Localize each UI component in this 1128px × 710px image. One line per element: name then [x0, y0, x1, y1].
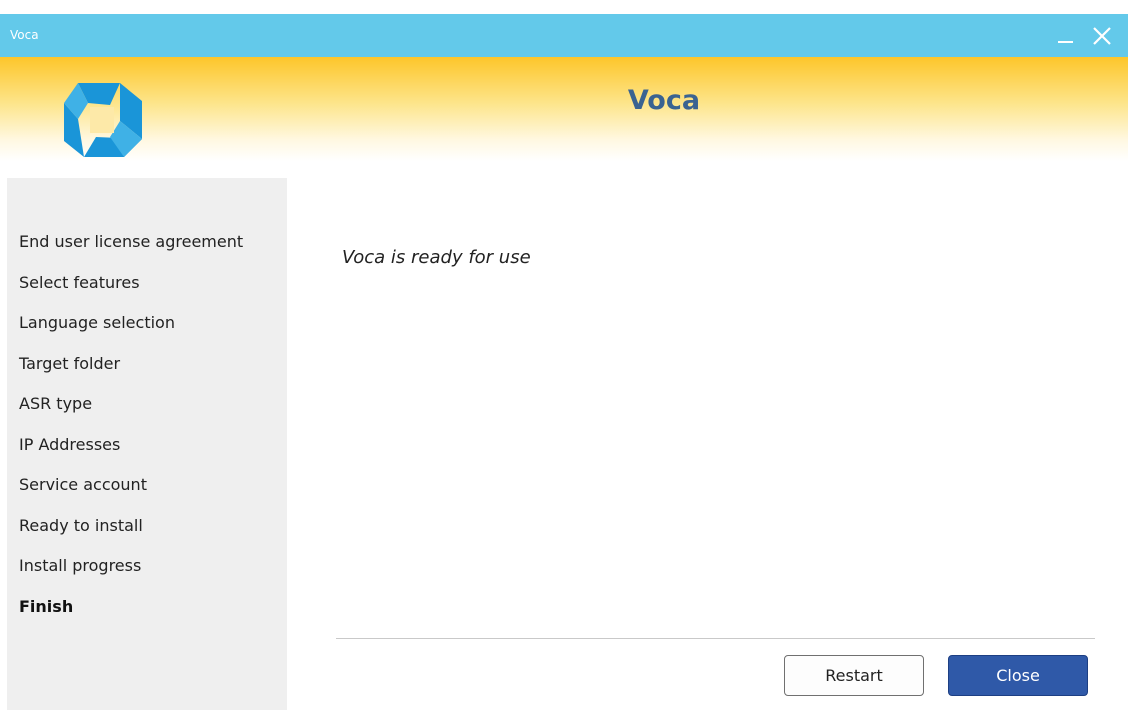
- header-title: Voca: [627, 85, 701, 116]
- minimize-icon: [1058, 40, 1073, 43]
- sidebar-item-asr-type[interactable]: ASR type: [19, 393, 243, 434]
- sidebar-item-select-features[interactable]: Select features: [19, 272, 243, 313]
- sidebar-item-install-progress[interactable]: Install progress: [19, 555, 243, 596]
- close-window-button[interactable]: [1082, 14, 1122, 57]
- sidebar-item-ip-addresses[interactable]: IP Addresses: [19, 434, 243, 475]
- installer-window: Voca Voca End user license agreement Sel…: [0, 0, 1128, 710]
- sidebar-item-finish[interactable]: Finish: [19, 596, 243, 637]
- restart-button[interactable]: Restart: [784, 655, 924, 696]
- close-button[interactable]: Close: [948, 655, 1088, 696]
- sidebar-item-language-selection[interactable]: Language selection: [19, 312, 243, 353]
- sidebar-item-eula[interactable]: End user license agreement: [19, 231, 243, 272]
- window-title: Voca: [10, 28, 39, 42]
- footer-divider: [336, 638, 1095, 639]
- sidebar-item-ready-to-install[interactable]: Ready to install: [19, 515, 243, 556]
- minimize-button[interactable]: [1046, 14, 1086, 57]
- close-icon: [1093, 26, 1111, 45]
- sidebar-item-target-folder[interactable]: Target folder: [19, 353, 243, 394]
- status-message: Voca is ready for use: [342, 247, 531, 268]
- top-strip: [0, 0, 1128, 14]
- steps-sidebar: End user license agreement Select featur…: [7, 178, 287, 710]
- sidebar-item-service-account[interactable]: Service account: [19, 474, 243, 515]
- header-banner: Voca: [0, 57, 1128, 161]
- title-bar[interactable]: Voca: [0, 14, 1128, 57]
